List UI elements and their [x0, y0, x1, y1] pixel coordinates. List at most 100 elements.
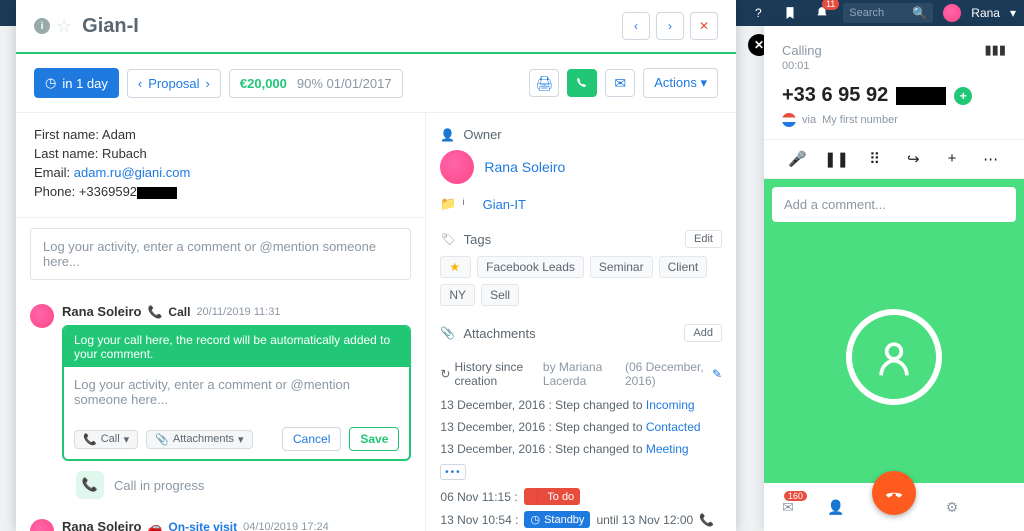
stage-text: Proposal	[148, 76, 199, 91]
last-name-label: Last name:	[34, 146, 98, 161]
notifications-icon[interactable]: 11	[811, 2, 833, 24]
contacts-icon[interactable]: 👤	[824, 499, 848, 516]
tags-label: Tags	[464, 232, 491, 247]
folder-icon: 📁	[440, 196, 456, 212]
call-timer: 00:01	[782, 60, 1006, 72]
last-name-value: Rubach	[102, 146, 147, 161]
history-date: 13 Nov 10:54 :	[440, 513, 518, 527]
actions-menu[interactable]: Actions ▾	[643, 68, 718, 98]
owner-avatar	[440, 150, 474, 184]
bookmark-icon[interactable]	[779, 2, 801, 24]
close-modal-button[interactable]: ✕	[690, 12, 718, 40]
tag-icon: 🏷	[440, 232, 455, 246]
activity-avatar	[30, 519, 54, 531]
notification-count: 11	[822, 0, 839, 10]
call-type-selector[interactable]: 📞 Call ▾	[74, 430, 138, 449]
pause-icon[interactable]: ❚❚	[824, 150, 848, 168]
owner-label: Owner	[463, 127, 501, 142]
company-link[interactable]: Gian-IT	[483, 197, 526, 212]
call-log-banner: Log your call here, the record will be a…	[64, 327, 409, 367]
amount-pill[interactable]: €20,000 90% 01/01/2017	[229, 69, 403, 98]
forward-icon[interactable]: ↪	[901, 150, 925, 168]
reminder-pill[interactable]: ◷ in 1 day	[34, 68, 119, 98]
activity-user: Rana Soleiro	[62, 304, 141, 319]
edit-history-icon[interactable]: ✎	[712, 367, 722, 381]
call-log-input[interactable]: Log your activity, enter a comment or @m…	[74, 377, 399, 409]
global-search[interactable]: Search 🔍	[843, 3, 933, 23]
more-history-button[interactable]: •••	[440, 464, 466, 480]
search-icon: 🔍	[912, 6, 927, 20]
star-icon[interactable]: ☆	[56, 16, 72, 37]
inbox-icon[interactable]: ✉160	[776, 499, 800, 516]
mute-icon[interactable]: 🎤	[785, 150, 809, 168]
call-comment-input[interactable]: Add a comment...	[772, 187, 1016, 222]
owner-icon: 👤	[440, 128, 455, 142]
flag-icon	[782, 113, 796, 127]
more-icon[interactable]: ⋯	[979, 150, 1003, 168]
phone-value: +3369592	[79, 184, 137, 199]
tag-item[interactable]: Facebook Leads	[477, 256, 584, 278]
history-link[interactable]: Contacted	[646, 420, 701, 434]
activity-composer[interactable]: Log your activity, enter a comment or @m…	[30, 228, 411, 280]
add-attachment-button[interactable]: Add	[684, 324, 722, 342]
history-link[interactable]: Incoming	[646, 398, 695, 412]
tag-item[interactable]: Sell	[481, 284, 519, 306]
lead-title: Gian-I	[82, 15, 622, 38]
stage-pill[interactable]: ‹ Proposal ›	[127, 69, 221, 98]
add-number-button[interactable]: +	[954, 87, 972, 105]
tag-item[interactable]: NY	[440, 284, 475, 306]
add-icon[interactable]: +	[940, 150, 964, 168]
email-link[interactable]: adam.ru@giani.com	[74, 165, 191, 180]
print-button[interactable]: 🖨	[529, 69, 559, 97]
via-line: My first number	[822, 114, 898, 126]
email-button[interactable]: ✉	[605, 69, 635, 97]
call-panel: Calling ▮▮▮ 00:01 +33 6 95 92 + via My f…	[764, 26, 1024, 531]
call-in-progress: 📞 Call in progress	[62, 461, 411, 509]
clock-icon: ◷	[45, 75, 56, 91]
settings-icon[interactable]: ⚙	[940, 499, 964, 516]
edit-tags-button[interactable]: Edit	[685, 230, 722, 248]
attachment-icon: 📎	[440, 326, 455, 340]
tag-item[interactable]: Seminar	[590, 256, 653, 278]
activity-user: Rana Soleiro	[62, 519, 141, 531]
history-by: by Mariana Lacerda	[543, 360, 621, 388]
history-link[interactable]: Meeting	[646, 442, 689, 456]
cancel-button[interactable]: Cancel	[282, 427, 341, 451]
tag-item[interactable]	[440, 256, 471, 278]
history-date: 06 Nov 11:15 :	[440, 490, 517, 504]
phone-progress-icon: 📞	[76, 471, 104, 499]
standby-chip[interactable]: ◷ Standby	[524, 511, 590, 528]
call-button[interactable]	[567, 69, 597, 97]
call-status: Calling	[782, 43, 822, 58]
user-avatar[interactable]	[943, 4, 961, 22]
amount-sub: 90% 01/01/2017	[297, 76, 392, 91]
next-lead-button[interactable]: ›	[656, 12, 684, 40]
inbox-count: 160	[784, 491, 807, 501]
contact-block: First name: Adam Last name: Rubach Email…	[16, 113, 425, 218]
lead-modal: i ☆ Gian-I ‹ › ✕ ◷ in 1 day ‹ Proposal ›…	[16, 0, 736, 531]
number-redacted	[896, 87, 946, 105]
activity-timestamp: 20/11/2019 11:31	[196, 306, 280, 318]
todo-chip[interactable]: ❗ To do	[524, 488, 581, 505]
info-icon[interactable]: i	[34, 18, 50, 34]
attachments-selector[interactable]: 📎 Attachments ▾	[146, 430, 252, 449]
dialpad-icon[interactable]: ⠿	[863, 150, 887, 168]
search-placeholder: Search	[849, 7, 912, 19]
save-button[interactable]: Save	[349, 427, 399, 451]
prev-lead-button[interactable]: ‹	[622, 12, 650, 40]
tag-item[interactable]: Client	[659, 256, 708, 278]
phone-icon: 📞	[699, 513, 714, 527]
amount-value: €20,000	[240, 76, 287, 91]
help-icon[interactable]: ?	[747, 2, 769, 24]
user-menu-caret[interactable]: ▾	[1010, 6, 1016, 20]
owner-link[interactable]: Rana Soleiro	[484, 159, 565, 175]
chevron-left-icon: ‹	[138, 76, 142, 91]
calling-number: +33 6 95 92	[782, 84, 888, 107]
activity-timestamp: 04/10/2019 17:24	[243, 521, 329, 531]
history-icon: ↻	[440, 367, 450, 381]
reminder-text: in 1 day	[62, 76, 108, 91]
company-info-icon[interactable]: i	[463, 197, 477, 211]
hangup-button[interactable]	[872, 471, 916, 515]
user-name[interactable]: Rana	[971, 6, 1000, 20]
chevron-right-icon: ›	[206, 76, 210, 91]
